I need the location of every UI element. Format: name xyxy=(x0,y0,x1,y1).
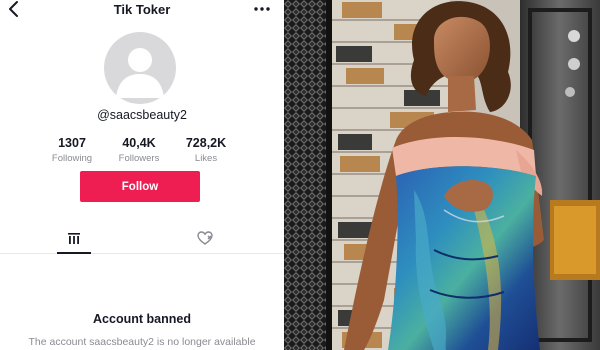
likes-label: Likes xyxy=(194,153,218,164)
page-title: Tik Toker xyxy=(113,2,171,17)
tab-videos[interactable] xyxy=(57,222,91,254)
username: @saacsbeauty2 xyxy=(97,108,187,122)
likes-count: 728,2K xyxy=(185,136,227,150)
woman-portrait-photo xyxy=(284,0,600,350)
photo-illustration xyxy=(284,0,600,350)
tab-liked[interactable] xyxy=(188,222,222,254)
followers-count: 40,4K xyxy=(122,136,156,150)
following-count: 1307 xyxy=(58,136,86,150)
following-label: Following xyxy=(51,153,93,164)
videos-grid-icon xyxy=(68,233,80,244)
profile-screen: Tik Toker @saacsbeauty2 1307 Following 4… xyxy=(0,0,284,350)
ellipsis-icon[interactable] xyxy=(252,2,272,16)
stat-likes[interactable]: 728,2K Likes xyxy=(171,136,241,164)
stat-followers[interactable]: 40,4K Followers xyxy=(104,136,174,164)
profile-tabs xyxy=(0,222,284,254)
banned-message: The account saacsbeauty2 is no longer av… xyxy=(28,336,256,348)
avatar xyxy=(104,32,176,104)
follow-button[interactable]: Follow xyxy=(80,171,200,202)
banned-title: Account banned xyxy=(93,312,191,326)
followers-label: Followers xyxy=(118,153,160,164)
liked-heart-icon xyxy=(197,231,213,245)
stat-following[interactable]: 1307 Following xyxy=(37,136,107,164)
default-avatar-icon xyxy=(116,48,164,98)
top-bar: Tik Toker xyxy=(0,0,284,22)
